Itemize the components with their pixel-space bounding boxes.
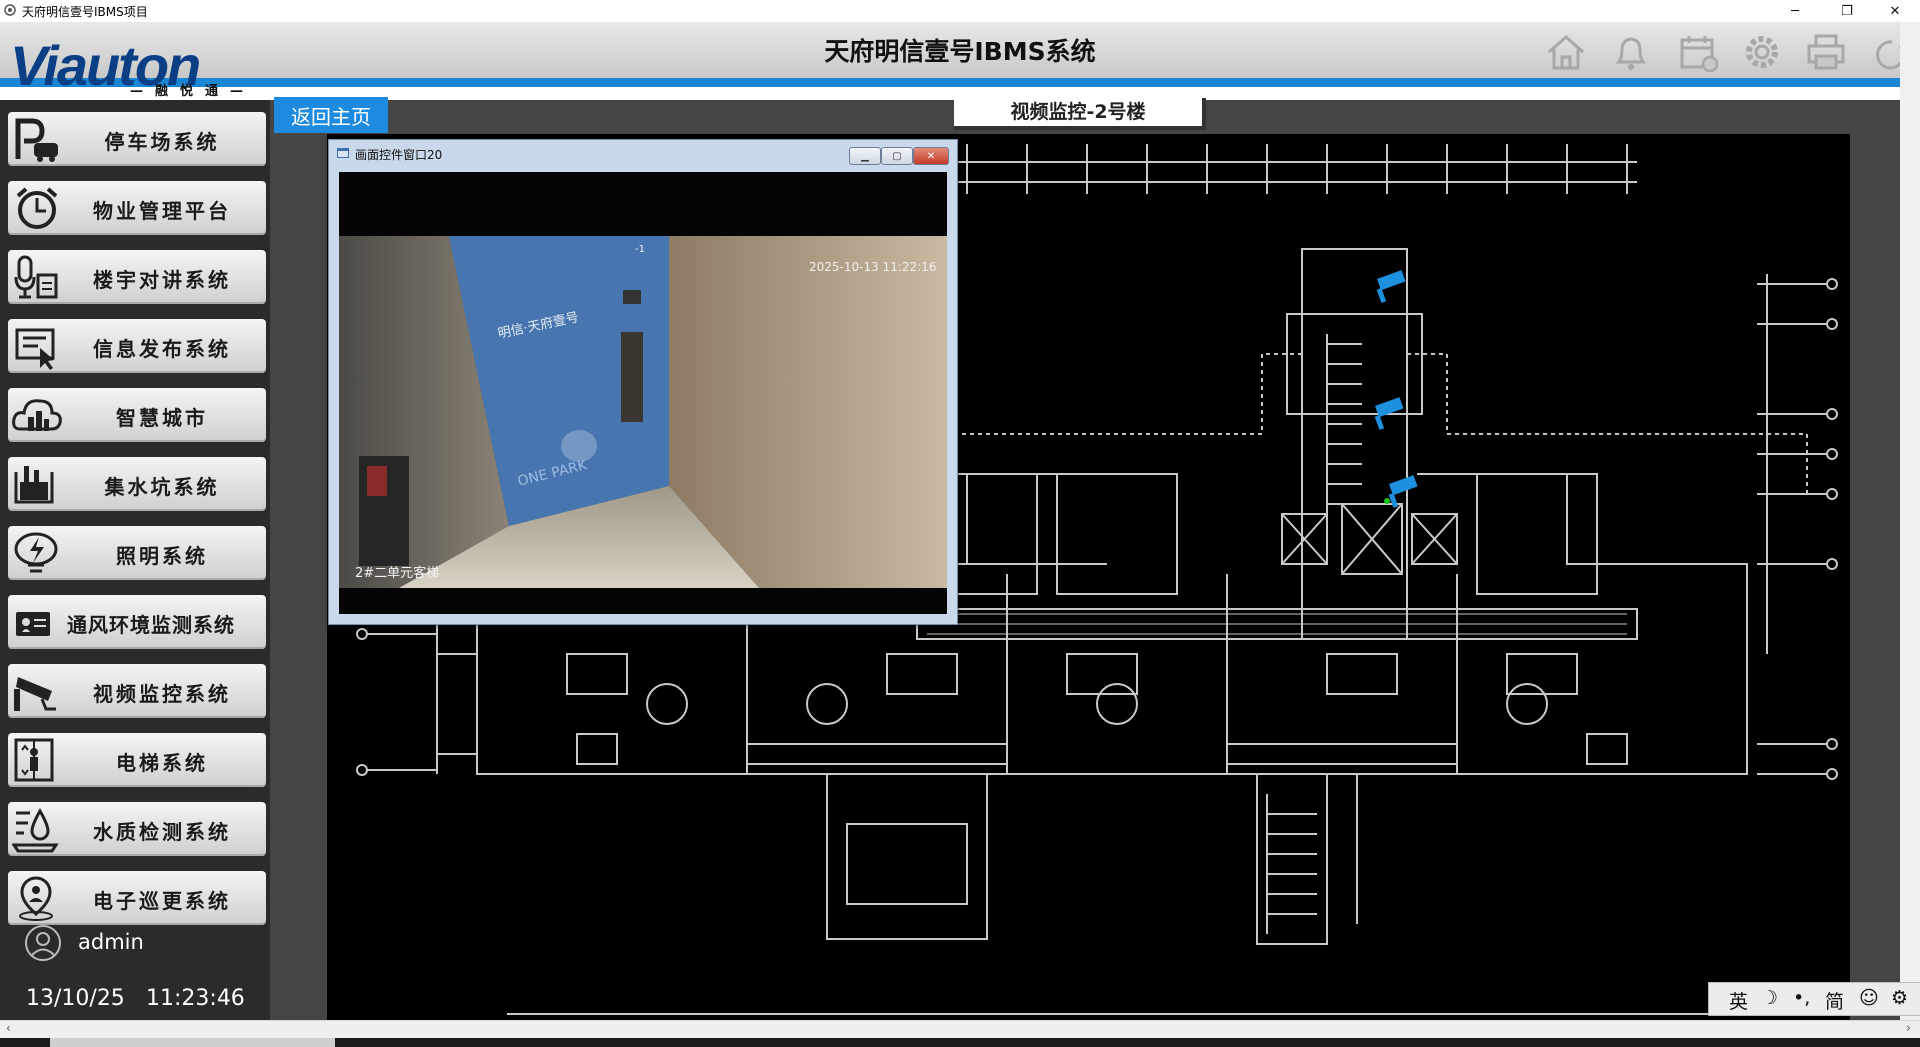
sidebar-item-label: 照明系统 bbox=[116, 544, 208, 568]
video-feed[interactable]: 明信·天府壹号 ONE PARK -1 2025-10-13 11:22:16 … bbox=[339, 172, 947, 614]
app-icon bbox=[4, 4, 16, 16]
parking-icon bbox=[15, 118, 58, 162]
brand-tagline: —融悦通— bbox=[130, 84, 256, 99]
camera-timestamp: 2025-10-13 11:22:16 bbox=[809, 260, 937, 274]
sidebar-item-label: 楼宇对讲系统 bbox=[93, 268, 231, 292]
sidebar-item-label: 集水坑系统 bbox=[104, 475, 220, 499]
scroll-right-icon[interactable]: › bbox=[1906, 1021, 1911, 1035]
popup-title: 画面控件窗口20 bbox=[355, 148, 443, 162]
popup-close-button[interactable]: ✕ bbox=[913, 147, 949, 165]
window-title: 天府明信壹号IBMS项目 bbox=[22, 5, 148, 19]
sidebar-item-label: 视频监控系统 bbox=[93, 682, 231, 706]
sidebar-item-property[interactable]: 物业管理平台 bbox=[8, 181, 266, 235]
header-accent-strip bbox=[0, 78, 1900, 87]
page-title: 视频监控-2号楼 bbox=[954, 98, 1206, 130]
smart-city-icon bbox=[12, 399, 62, 431]
camera-frame: 明信·天府壹号 ONE PARK -1 bbox=[339, 236, 947, 588]
sidebar-item-label: 水质检测系统 bbox=[93, 820, 231, 844]
vertical-scrollbar[interactable] bbox=[1900, 22, 1920, 1020]
sidebar-item-lighting[interactable]: 照明系统 bbox=[8, 526, 266, 580]
ime-settings-icon[interactable]: ⚙ bbox=[1891, 987, 1908, 1009]
lighting-icon bbox=[14, 532, 58, 573]
camera-label: 2#二单元客梯 bbox=[355, 566, 440, 581]
maximize-button[interactable]: ❐ bbox=[1824, 0, 1870, 22]
horizontal-scrollbar[interactable]: ‹ › bbox=[0, 1020, 1920, 1038]
sidebar-item-ventilation[interactable]: 通风环境监测系统 bbox=[8, 595, 266, 649]
sidebar-item-sump-pit[interactable]: 集水坑系统 bbox=[8, 457, 266, 511]
scrollbar-thumb[interactable] bbox=[50, 1038, 335, 1047]
sidebar-item-label: 智慧城市 bbox=[116, 406, 208, 430]
water-quality-icon bbox=[12, 807, 59, 853]
elevator-floor-number: -1 bbox=[635, 244, 645, 255]
cctv-camera-icon bbox=[14, 677, 56, 711]
sidebar-item-water-quality[interactable]: 水质检测系统 bbox=[8, 802, 266, 856]
current-time: 11:23:46 bbox=[146, 986, 245, 1011]
sidebar-item-parking[interactable]: 停车场系统 bbox=[8, 112, 266, 166]
popup-minimize-button[interactable]: ▁ bbox=[849, 147, 881, 165]
window-title-bar: 天府明信壹号IBMS项目 ─ ❐ ✕ bbox=[0, 0, 1920, 23]
sidebar-item-label: 停车场系统 bbox=[104, 130, 220, 154]
sidebar-item-intercom[interactable]: 楼宇对讲系统 bbox=[8, 250, 266, 304]
elevator-icon bbox=[14, 738, 54, 782]
intercom-icon bbox=[14, 255, 58, 299]
sidebar-item-label: 电子巡更系统 bbox=[93, 889, 231, 913]
sidebar-item-label: 物业管理平台 bbox=[93, 199, 231, 223]
sump-pit-icon bbox=[14, 466, 54, 504]
window-icon bbox=[337, 148, 349, 158]
ime-english-toggle[interactable]: 英 bbox=[1729, 987, 1748, 1014]
ime-toolbar[interactable]: 英 ☽ •, 简 ☺ ⚙ bbox=[1708, 982, 1920, 1016]
sidebar-item-video-surveillance[interactable]: 视频监控系统 bbox=[8, 664, 266, 718]
calendar-icon[interactable] bbox=[1676, 30, 1720, 74]
user-avatar-icon bbox=[25, 925, 61, 961]
sidebar-item-patrol[interactable]: 电子巡更系统 bbox=[8, 871, 266, 925]
username: admin bbox=[78, 930, 144, 954]
sidebar-item-elevator[interactable]: 电梯系统 bbox=[8, 733, 266, 787]
system-title: 天府明信壹号IBMS系统 bbox=[824, 37, 1096, 66]
camera-markers[interactable] bbox=[1371, 270, 1421, 508]
home-icon[interactable] bbox=[1544, 30, 1588, 74]
close-window-button[interactable]: ✕ bbox=[1872, 0, 1918, 22]
bell-icon[interactable] bbox=[1609, 30, 1653, 74]
ime-punctuation-toggle[interactable]: •, bbox=[1793, 987, 1810, 1009]
video-popup-window[interactable]: 画面控件窗口20 ▁ ▢ ✕ 明信·天府壹号 ONE PARK -1 2025-… bbox=[328, 139, 958, 625]
ime-moon-icon[interactable]: ☽ bbox=[1761, 987, 1778, 1009]
ime-simplified-toggle[interactable]: 简 bbox=[1825, 987, 1844, 1014]
back-home-button[interactable]: 返回主页 bbox=[274, 97, 388, 133]
patrol-icon bbox=[19, 876, 53, 921]
scroll-left-icon[interactable]: ‹ bbox=[6, 1021, 11, 1035]
sidebar-item-label: 信息发布系统 bbox=[93, 337, 231, 361]
alarm-clock-icon bbox=[16, 187, 58, 229]
sidebar-item-label: 通风环境监测系统 bbox=[67, 613, 235, 637]
info-board-icon bbox=[15, 328, 55, 370]
power-icon[interactable] bbox=[1872, 30, 1900, 74]
popup-maximize-button[interactable]: ▢ bbox=[881, 147, 913, 165]
sidebar: 停车场系统 物业管理平台 楼宇对讲系统 信息发布系统 智慧城市 集水坑系统 照明… bbox=[0, 100, 270, 1020]
ime-emoji-icon[interactable]: ☺ bbox=[1859, 987, 1879, 1009]
brand-logo: Viauton —融悦通— bbox=[0, 22, 270, 100]
sidebar-item-label: 电梯系统 bbox=[116, 751, 208, 775]
gear-icon[interactable] bbox=[1740, 30, 1784, 74]
current-date: 13/10/25 bbox=[26, 986, 125, 1011]
sidebar-item-info-publish[interactable]: 信息发布系统 bbox=[8, 319, 266, 373]
printer-icon[interactable] bbox=[1804, 30, 1848, 74]
user-info: admin bbox=[24, 924, 264, 964]
minimize-button[interactable]: ─ bbox=[1772, 0, 1818, 22]
sidebar-item-smart-city[interactable]: 智慧城市 bbox=[8, 388, 266, 442]
